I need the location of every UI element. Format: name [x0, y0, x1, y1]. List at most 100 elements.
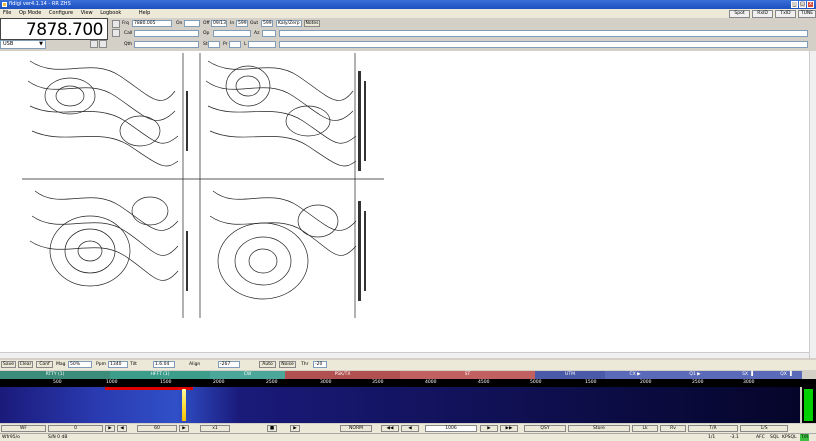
align-label: Align — [189, 362, 201, 367]
log-icon[interactable] — [112, 20, 120, 28]
carrier-freq-field[interactable]: 1006 — [425, 425, 477, 432]
scale-tick: 500 — [53, 380, 62, 385]
rv-button[interactable]: Rv — [660, 425, 686, 432]
stop-icon[interactable]: ■ — [267, 425, 277, 432]
waterfall-display[interactable] — [0, 387, 800, 423]
thr-field[interactable]: -20 — [313, 361, 327, 368]
noise-button[interactable]: Noise — [279, 361, 296, 368]
horizontal-scrollbar[interactable] — [0, 352, 809, 358]
call-field[interactable] — [134, 30, 199, 37]
save-button[interactable]: Save — [1, 361, 16, 368]
rx-text-area[interactable] — [0, 51, 809, 358]
menu-logbook[interactable]: Logbook — [97, 9, 124, 18]
frq-field[interactable]: 7880.005 — [132, 20, 172, 27]
waterfall-noise — [0, 387, 800, 423]
menu-view[interactable]: View — [78, 9, 96, 18]
scale-tick: 4000 — [425, 380, 437, 385]
band-seg-2: HFFT (1) — [110, 371, 210, 379]
tune-button[interactable]: TUNE — [798, 10, 816, 18]
close-button[interactable]: x — [807, 1, 814, 8]
menu-configure[interactable]: Configure — [46, 9, 76, 18]
tr-button[interactable]: T/R — [688, 425, 738, 432]
qth-name-field[interactable] — [134, 41, 199, 48]
qso-text-field-2[interactable] — [279, 41, 808, 48]
mon-button[interactable]: 1/S — [740, 425, 788, 432]
x1-button[interactable]: x1 — [200, 425, 230, 432]
tr-indicator[interactable]: T/R — [800, 434, 810, 441]
mag-label: Mag — [56, 362, 66, 367]
bandwidth-marker — [105, 387, 193, 390]
rst-in-field[interactable]: 599 — [236, 20, 248, 27]
wf-left-field[interactable]: 0 — [48, 425, 103, 432]
band-seg-6: UTM — [535, 371, 605, 379]
step-back-icon[interactable]: ◀ — [401, 425, 419, 432]
rst-out-field[interactable]: 599 — [261, 20, 273, 27]
step-fwd-icon[interactable]: ▶ — [480, 425, 498, 432]
arrow-left-icon[interactable]: ◀ — [117, 425, 127, 432]
st-field[interactable] — [208, 41, 220, 48]
vertical-scrollbar[interactable] — [809, 51, 816, 358]
minimize-button[interactable]: _ — [791, 1, 798, 8]
mag-select[interactable]: 50% — [68, 361, 92, 368]
kpsql-toggle[interactable]: KPSQL — [782, 434, 797, 441]
qso-text-field[interactable] — [279, 30, 808, 37]
arrow-right-icon[interactable]: ▶ — [179, 425, 189, 432]
menu-help[interactable]: Help — [136, 9, 153, 18]
txid-button[interactable]: TxID — [775, 10, 796, 18]
sql-toggle[interactable]: SQL — [770, 434, 779, 441]
op-field[interactable] — [213, 30, 251, 37]
rxid-button[interactable]: RxID — [752, 10, 773, 18]
spot-button[interactable]: Spot — [729, 10, 750, 18]
ppm-field[interactable]: 1340 — [108, 361, 128, 368]
band-seg-1: RTTY (1) — [0, 371, 110, 379]
on-field[interactable] — [184, 20, 200, 27]
lk-button[interactable]: Lk — [632, 425, 658, 432]
scale-tick: 4500 — [478, 380, 490, 385]
menu-file[interactable]: File — [0, 9, 14, 18]
fast-fwd-icon[interactable]: ▶▶ — [500, 425, 518, 432]
mode-select[interactable]: USB ▼ — [0, 40, 46, 49]
sync-icon[interactable] — [99, 40, 107, 48]
arrow-right-icon[interactable]: ▶ — [105, 425, 115, 432]
menu-op-mode[interactable]: Op Mode — [16, 9, 44, 18]
scale-tick: 3500 — [372, 380, 384, 385]
frequency-display[interactable]: 7878.700 — [0, 18, 108, 40]
status-page: 1/1 — [708, 435, 716, 440]
wf-mode-button[interactable]: WF — [1, 425, 46, 432]
st-label: St — [203, 42, 208, 47]
tilt-field[interactable]: 1.6.04 — [153, 361, 175, 368]
notes-button[interactable]: Notes — [304, 20, 320, 27]
maximize-button[interactable]: □ — [799, 1, 806, 8]
call-icon[interactable] — [112, 29, 120, 37]
scale-tick: 3000 — [320, 380, 332, 385]
play-icon[interactable]: ▶ — [290, 425, 300, 432]
scale-tick: 1000 — [106, 380, 118, 385]
waterfall-controls: WF 0 ▶ ◀ 60 ▶ x1 ■ ▶ NORM ◀◀ ◀ 1006 ▶ ▶▶… — [0, 424, 816, 433]
fax-control-bar: Save Clear Conf Mag 50% Ppm 1340 Tilt 1.… — [0, 360, 816, 370]
az-label: Az — [254, 31, 260, 36]
band-seg-10: QX ▐ — [770, 371, 802, 379]
signal-trace — [182, 389, 186, 421]
call-label: Call — [124, 31, 133, 36]
auto-button[interactable]: Auto — [259, 361, 276, 368]
wf-rate-field[interactable]: 60 — [137, 425, 177, 432]
scale-tick: 2500 — [692, 380, 704, 385]
clear-button[interactable]: Clear — [18, 361, 33, 368]
conf-button[interactable]: Conf — [36, 361, 53, 368]
align-field[interactable]: -267 — [218, 361, 240, 368]
l-label: L — [244, 42, 247, 47]
pr-field[interactable] — [229, 41, 241, 48]
qsy-button[interactable]: QSY — [524, 425, 566, 432]
store-button[interactable]: Store — [568, 425, 630, 432]
afc-toggle[interactable]: AFC — [756, 434, 765, 441]
norm-button[interactable]: NORM — [340, 425, 372, 432]
az-field[interactable] — [262, 30, 276, 37]
loc-field[interactable] — [248, 41, 276, 48]
off-field[interactable]: 09/13 — [211, 20, 227, 27]
lock-icon[interactable] — [90, 40, 98, 48]
rewind-icon[interactable]: ◀◀ — [381, 425, 399, 432]
in-label: In — [230, 21, 235, 26]
app-icon — [2, 2, 7, 7]
qth-field[interactable]: Kaly/Zerp — [276, 20, 302, 27]
ppm-label: Ppm — [96, 362, 106, 367]
